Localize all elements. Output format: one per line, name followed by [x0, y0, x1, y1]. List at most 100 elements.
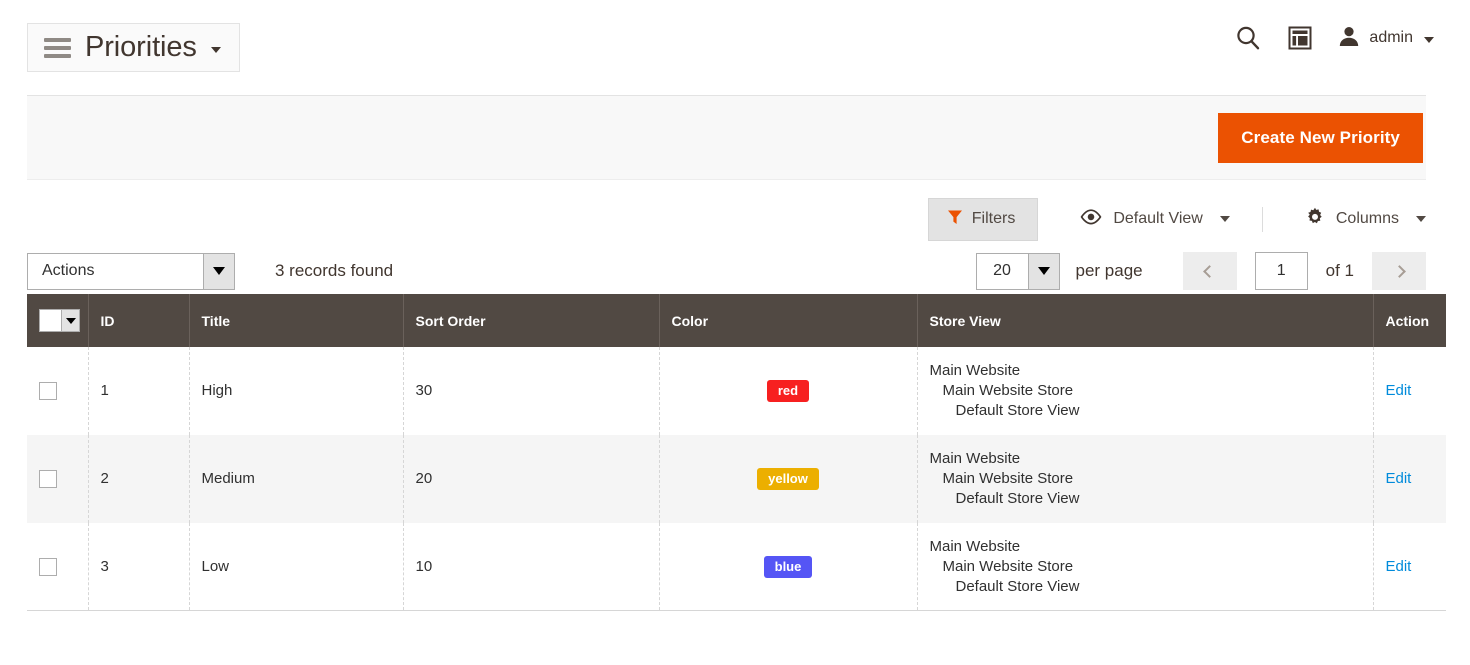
table-body: 1 High 30 red Main Website Main Website … [27, 347, 1446, 611]
cell-action: Edit [1373, 523, 1446, 611]
eye-icon [1080, 209, 1102, 230]
create-new-priority-button[interactable]: Create New Priority [1218, 113, 1423, 163]
grid-container: Filters Default View Columns [27, 180, 1426, 611]
column-header-select [27, 294, 88, 347]
cell-sort-order: 30 [403, 347, 659, 435]
row-select-cell [27, 347, 88, 435]
funnel-icon [947, 209, 963, 230]
records-found-label: 3 records found [275, 261, 393, 281]
grid-toolbar: Actions 3 records found 20 per page of 1 [27, 236, 1426, 294]
cell-title: Medium [189, 435, 403, 523]
store-group: Main Website Store [930, 469, 1361, 489]
hamburger-icon[interactable] [44, 38, 71, 58]
table-row[interactable]: 3 Low 10 blue Main Website Main Website … [27, 523, 1446, 611]
row-checkbox[interactable] [39, 382, 57, 400]
cell-store-view: Main Website Main Website Store Default … [917, 347, 1373, 435]
per-page-select[interactable]: 20 [976, 253, 1060, 290]
page-title: Priorities [85, 33, 197, 62]
cell-sort-order: 20 [403, 435, 659, 523]
user-menu[interactable]: admin [1338, 25, 1434, 52]
user-avatar-icon [1338, 25, 1360, 52]
chevron-left-icon [1203, 265, 1216, 278]
previous-page-button[interactable] [1183, 252, 1237, 290]
column-header-action: Action [1373, 294, 1446, 347]
store-website: Main Website [930, 449, 1361, 469]
triangle-down-icon[interactable] [62, 309, 80, 332]
cell-id: 2 [88, 435, 189, 523]
cell-id: 1 [88, 347, 189, 435]
row-checkbox[interactable] [39, 558, 57, 576]
cell-action: Edit [1373, 347, 1446, 435]
table-row[interactable]: 1 High 30 red Main Website Main Website … [27, 347, 1446, 435]
page-title-menu-toggle[interactable]: Priorities [27, 23, 240, 72]
color-badge: blue [764, 556, 813, 578]
mass-actions-label: Actions [28, 254, 203, 289]
cell-sort-order: 10 [403, 523, 659, 611]
row-select-cell [27, 435, 88, 523]
column-header-color[interactable]: Color [659, 294, 917, 347]
triangle-down-icon[interactable] [1028, 254, 1059, 289]
row-select-cell [27, 523, 88, 611]
cell-id: 3 [88, 523, 189, 611]
user-name-label: admin [1369, 29, 1413, 47]
store-group: Main Website Store [930, 557, 1361, 577]
cell-action: Edit [1373, 435, 1446, 523]
columns-selector[interactable]: Columns [1262, 207, 1426, 232]
grid-toolbar-right: 20 per page of 1 [976, 252, 1426, 290]
cell-title: Low [189, 523, 403, 611]
next-page-button[interactable] [1372, 252, 1426, 290]
priorities-table: ID Title Sort Order Color Store View Act… [27, 294, 1446, 611]
cell-color: red [659, 347, 917, 435]
chevron-down-icon[interactable] [1416, 216, 1426, 222]
cell-title: High [189, 347, 403, 435]
store-website: Main Website [930, 361, 1361, 381]
header-actions: admin [1234, 24, 1434, 52]
store-view: Default Store View [930, 577, 1361, 597]
row-checkbox[interactable] [39, 470, 57, 488]
filters-label: Filters [972, 210, 1016, 228]
select-all-checkbox[interactable] [39, 309, 62, 332]
chevron-down-icon[interactable] [1220, 216, 1230, 222]
cell-color: blue [659, 523, 917, 611]
chevron-down-icon[interactable] [211, 47, 221, 53]
column-header-id[interactable]: ID [88, 294, 189, 347]
search-icon[interactable] [1234, 24, 1262, 52]
page-number-input[interactable] [1255, 252, 1308, 290]
cell-color: yellow [659, 435, 917, 523]
page-header: Priorities admin [0, 0, 1470, 84]
store-group: Main Website Store [930, 381, 1361, 401]
chevron-down-icon[interactable] [1424, 37, 1434, 43]
color-badge: red [767, 380, 809, 402]
color-badge: yellow [757, 468, 819, 490]
column-header-title[interactable]: Title [189, 294, 403, 347]
filters-button[interactable]: Filters [928, 198, 1039, 241]
chevron-right-icon [1393, 265, 1406, 278]
edit-link[interactable]: Edit [1386, 558, 1412, 575]
table-head: ID Title Sort Order Color Store View Act… [27, 294, 1446, 347]
dashboard-layout-icon[interactable] [1288, 26, 1312, 50]
column-header-store-view[interactable]: Store View [917, 294, 1373, 347]
gear-icon [1305, 207, 1325, 232]
store-view: Default Store View [930, 401, 1361, 421]
checkbox-and-dropdown-icon[interactable] [39, 309, 80, 332]
default-view-label: Default View [1113, 210, 1203, 228]
grid-toolbar-left: Actions 3 records found [27, 253, 393, 290]
page-actions-bar: Create New Priority [27, 95, 1426, 180]
cell-store-view: Main Website Main Website Store Default … [917, 523, 1373, 611]
pagination: of 1 [1183, 252, 1426, 290]
triangle-down-icon[interactable] [203, 254, 234, 289]
total-pages-label: of 1 [1326, 261, 1354, 281]
store-website: Main Website [930, 537, 1361, 557]
table-header-row: ID Title Sort Order Color Store View Act… [27, 294, 1446, 347]
grid-view-controls: Filters Default View Columns [27, 180, 1426, 236]
cell-store-view: Main Website Main Website Store Default … [917, 435, 1373, 523]
column-header-sort-order[interactable]: Sort Order [403, 294, 659, 347]
default-view-selector[interactable]: Default View [1080, 209, 1230, 230]
mass-actions-select[interactable]: Actions [27, 253, 235, 290]
edit-link[interactable]: Edit [1386, 470, 1412, 487]
store-view: Default Store View [930, 489, 1361, 509]
per-page-value: 20 [977, 254, 1028, 289]
columns-label: Columns [1336, 210, 1399, 228]
edit-link[interactable]: Edit [1386, 382, 1412, 399]
table-row[interactable]: 2 Medium 20 yellow Main Website Main Web… [27, 435, 1446, 523]
